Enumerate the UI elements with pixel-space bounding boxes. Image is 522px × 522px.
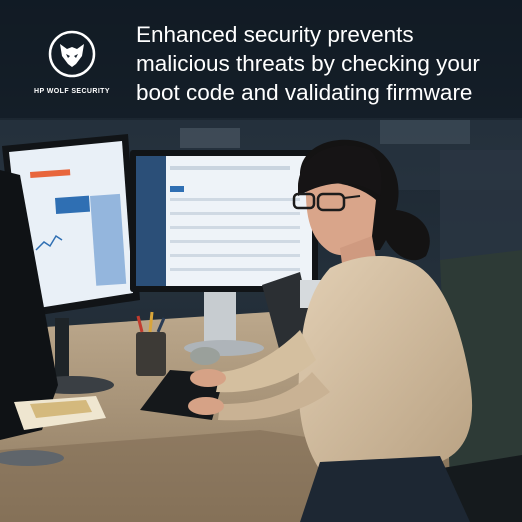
pen-cup: [136, 332, 166, 376]
hp-wolf-security-logo: HP WOLF SECURITY: [30, 30, 114, 95]
headline-line-1: Enhanced security prevents: [136, 22, 414, 47]
product-photo: HP WOLF SECURITY Enhanced security preve…: [0, 0, 522, 522]
headline-line-3: boot code and validating firmware: [136, 80, 473, 105]
mug: [190, 347, 220, 365]
headline: Enhanced security prevents malicious thr…: [136, 20, 508, 107]
wolf-icon: [48, 30, 96, 78]
logo-label: HP WOLF SECURITY: [34, 88, 110, 95]
headline-line-2: malicious threats by checking your: [136, 51, 480, 76]
